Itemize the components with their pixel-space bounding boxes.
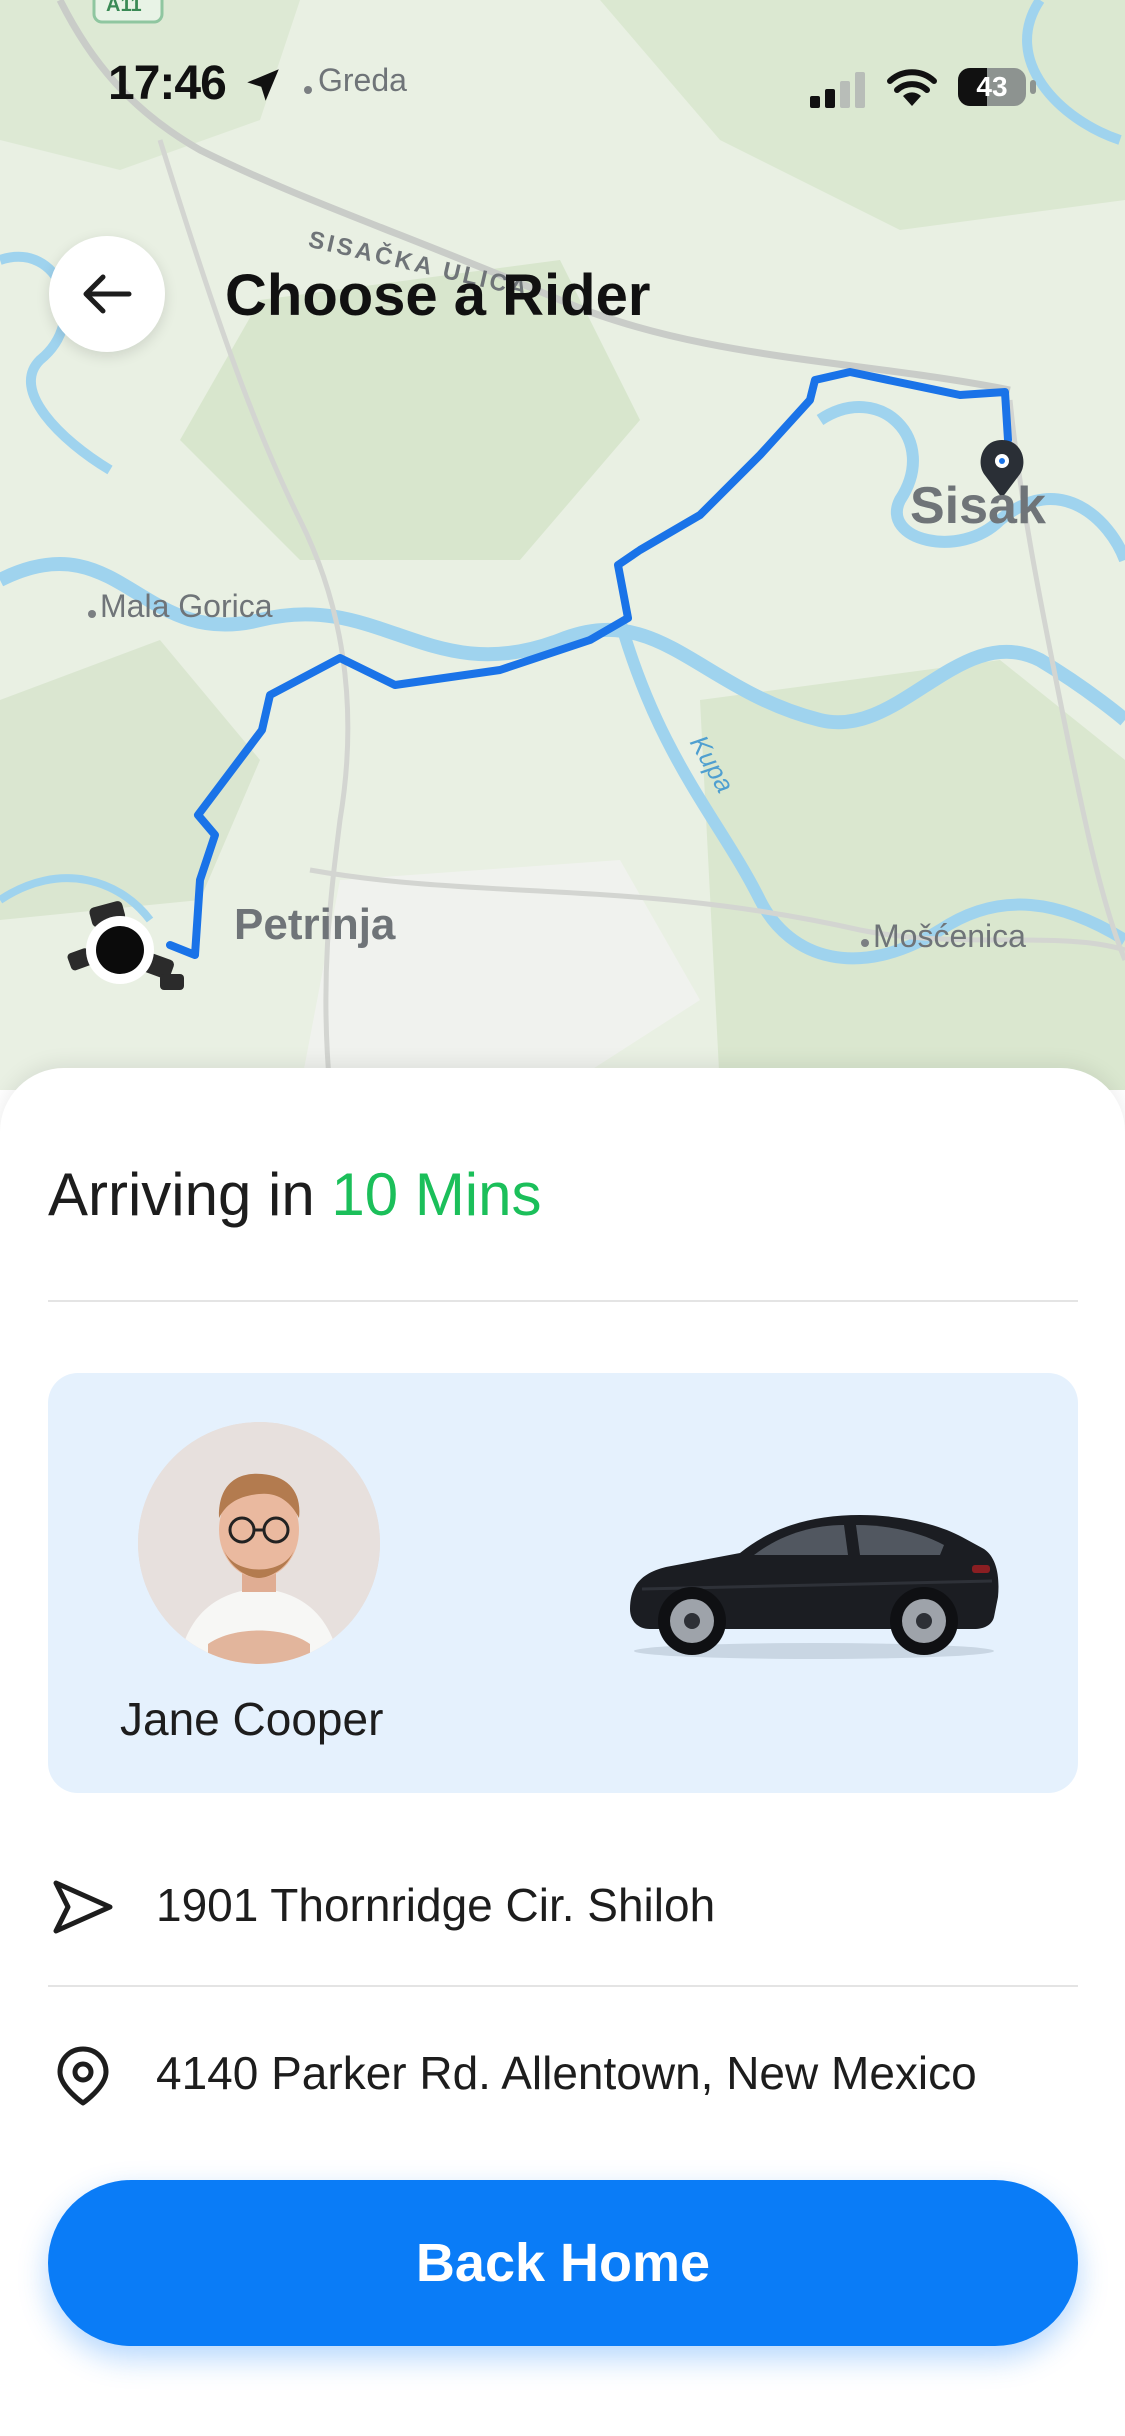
- navigation-arrow-icon: [53, 1880, 113, 1934]
- map-label-moscenica: Mošćenica: [873, 918, 1026, 954]
- dropoff-address: 4140 Parker Rd. Allentown, New Mexico: [156, 2047, 977, 2099]
- map-label-mala-gorica: Mala Gorica: [100, 588, 273, 624]
- signal-icon: [810, 72, 865, 108]
- dropoff-address-row[interactable]: 4140 Parker Rd. Allentown, New Mexico: [48, 2018, 1078, 2128]
- driver-name: Jane Cooper: [120, 1693, 384, 1745]
- map-view[interactable]: Greda SISAČKA ULICA Mala Gorica Sisak Ku…: [0, 0, 1125, 1090]
- divider: [48, 1985, 1078, 1987]
- arrival-time: 10 Mins: [331, 1161, 542, 1228]
- wifi-icon: [887, 69, 937, 106]
- map-label-petrinja: Petrinja: [234, 900, 396, 949]
- location-arrow-icon: [247, 69, 279, 101]
- status-time: 17:46: [108, 57, 227, 110]
- back-button[interactable]: [49, 236, 165, 352]
- car-image: [630, 1515, 999, 1659]
- driver-photo: [138, 1422, 380, 1664]
- pickup-address-row[interactable]: 1901 Thornridge Cir. Shiloh: [48, 1850, 1078, 1960]
- battery-icon: 43: [958, 68, 1026, 106]
- page-title: Choose a Rider: [225, 263, 651, 328]
- status-bar: 17:46 43: [0, 0, 1125, 160]
- arrow-left-icon: [83, 274, 132, 314]
- avatar: [138, 1422, 380, 1664]
- back-home-button[interactable]: Back Home: [48, 2180, 1078, 2346]
- pickup-address: 1901 Thornridge Cir. Shiloh: [156, 1879, 716, 1931]
- arrival-prefix: Arriving in: [48, 1161, 315, 1228]
- divider: [48, 1300, 1078, 1302]
- battery-level: 43: [976, 71, 1008, 102]
- arrival-text: Arriving in 10 Mins: [48, 1160, 542, 1229]
- map-pin-icon: [57, 2046, 109, 2106]
- map-label-sisak: Sisak: [910, 477, 1046, 535]
